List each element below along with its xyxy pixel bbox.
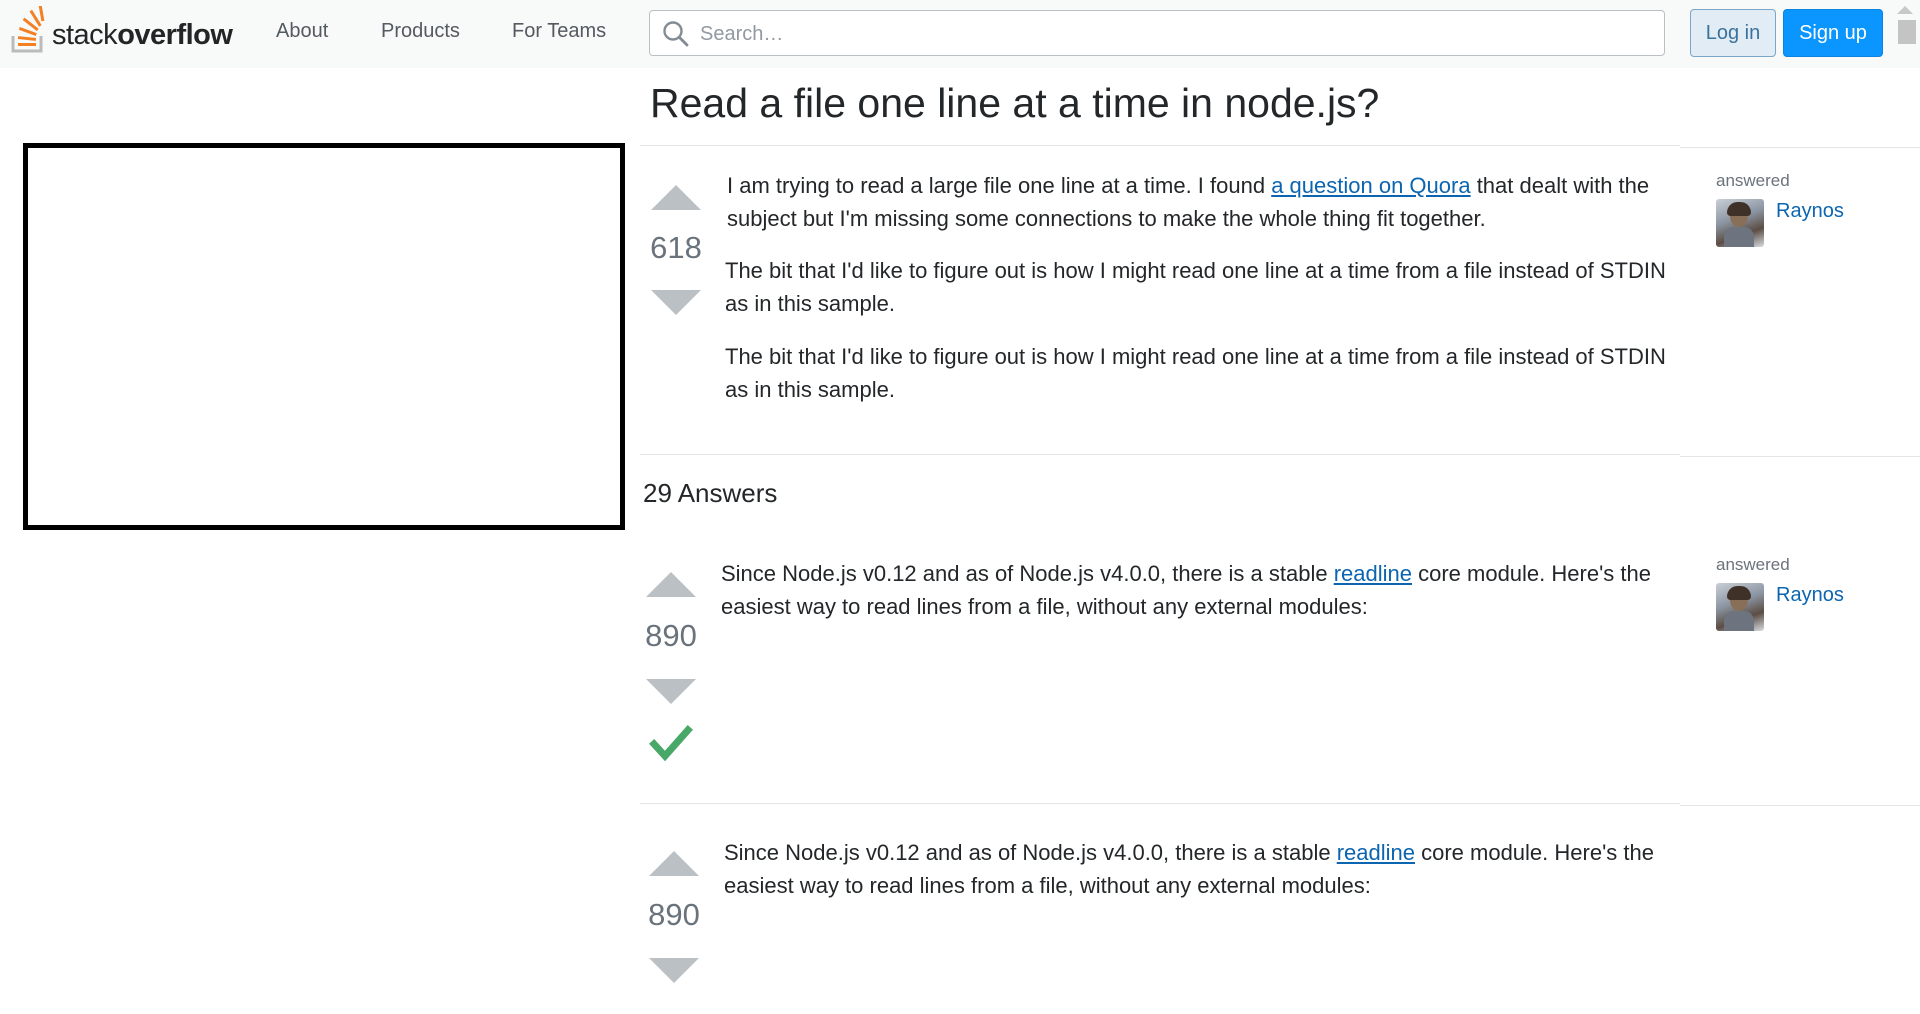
question-body-paragraph-2: The bit that I'd like to figure out is h… (725, 254, 1683, 320)
search-icon (663, 21, 689, 47)
answer-text: core module. Here's the (1411, 561, 1651, 586)
answer-downvote-button[interactable] (649, 958, 699, 983)
divider (640, 145, 1680, 146)
readline-link[interactable]: readline (1337, 840, 1415, 865)
answered-label: answered (1716, 171, 1790, 190)
nav-about-link[interactable]: About (276, 20, 328, 43)
stackoverflow-logo-icon (11, 6, 45, 53)
question-body-paragraph-3: The bit that I'd like to figure out is h… (725, 340, 1683, 406)
question-upvote-button[interactable] (651, 185, 701, 210)
question-text: The bit that I'd like to figure out is h… (725, 258, 1666, 283)
answer-downvote-button[interactable] (646, 679, 696, 704)
question-text: that dealt with the (1470, 173, 1650, 198)
answer-text: Since Node.js v0.12 and as of Node.js v4… (721, 561, 1334, 586)
nav-for-teams-link[interactable]: For Teams (512, 20, 606, 43)
question-text: as in this sample. (725, 291, 895, 316)
divider (1680, 147, 1920, 148)
divider (1680, 805, 1920, 806)
user-link[interactable]: Raynos (1776, 584, 1844, 607)
question-text: I am trying to read a large file one lin… (727, 173, 1272, 198)
nav-products-link[interactable]: Products (381, 20, 460, 43)
logo-prefix: stack (52, 19, 118, 51)
accepted-checkmark-icon (649, 725, 693, 762)
search-input[interactable] (698, 19, 1652, 49)
answer-text: easiest way to read lines from a file, w… (724, 873, 1371, 898)
user-link[interactable]: Raynos (1776, 200, 1844, 223)
scroll-up-arrow-icon[interactable] (1897, 6, 1913, 14)
avatar[interactable] (1716, 583, 1764, 631)
question-body-paragraph-1: I am trying to read a large file one lin… (727, 169, 1687, 235)
answer-vote-count: 890 (645, 618, 697, 653)
question-text: The bit that I'd like to figure out is h… (725, 344, 1666, 369)
answered-label: answered (1716, 555, 1790, 574)
search-box[interactable] (649, 10, 1665, 56)
question-text: subject but I'm missing some connections… (727, 206, 1486, 231)
logo-bold: overflow (117, 19, 233, 51)
divider (640, 803, 1680, 804)
answer-text: Since Node.js v0.12 and as of Node.js v4… (724, 840, 1337, 865)
question-downvote-button[interactable] (651, 290, 701, 315)
answer-text: easiest way to read lines from a file, w… (721, 594, 1368, 619)
answers-count-heading: 29 Answers (643, 478, 778, 508)
signup-button[interactable]: Sign up (1783, 9, 1883, 57)
question-title: Read a file one line at a time in node.j… (650, 80, 1380, 126)
answer-upvote-button[interactable] (646, 572, 696, 597)
divider (1680, 456, 1920, 457)
question-text: as in this sample. (725, 377, 895, 402)
divider (640, 454, 1680, 455)
answer-text: core module. Here's the (1414, 840, 1654, 865)
empty-frame (23, 143, 625, 530)
logo-wordmark: stackoverflow (52, 19, 233, 52)
login-button[interactable]: Log in (1690, 9, 1776, 57)
question-vote-count: 618 (650, 230, 702, 265)
readline-link[interactable]: readline (1334, 561, 1412, 586)
answer-vote-count: 890 (648, 897, 700, 932)
answer-body: Since Node.js v0.12 and as of Node.js v4… (721, 557, 1681, 623)
stackoverflow-logo[interactable]: stackoverflow (10, 6, 235, 56)
top-bar: stackoverflow About Products For Teams L… (0, 0, 1920, 68)
scrollbar-thumb[interactable] (1898, 20, 1916, 44)
answer-body: Since Node.js v0.12 and as of Node.js v4… (724, 836, 1684, 902)
answer-upvote-button[interactable] (649, 851, 699, 876)
quora-question-link[interactable]: a question on Quora (1271, 173, 1470, 198)
scrollbar[interactable] (1893, 0, 1920, 1014)
avatar[interactable] (1716, 199, 1764, 247)
